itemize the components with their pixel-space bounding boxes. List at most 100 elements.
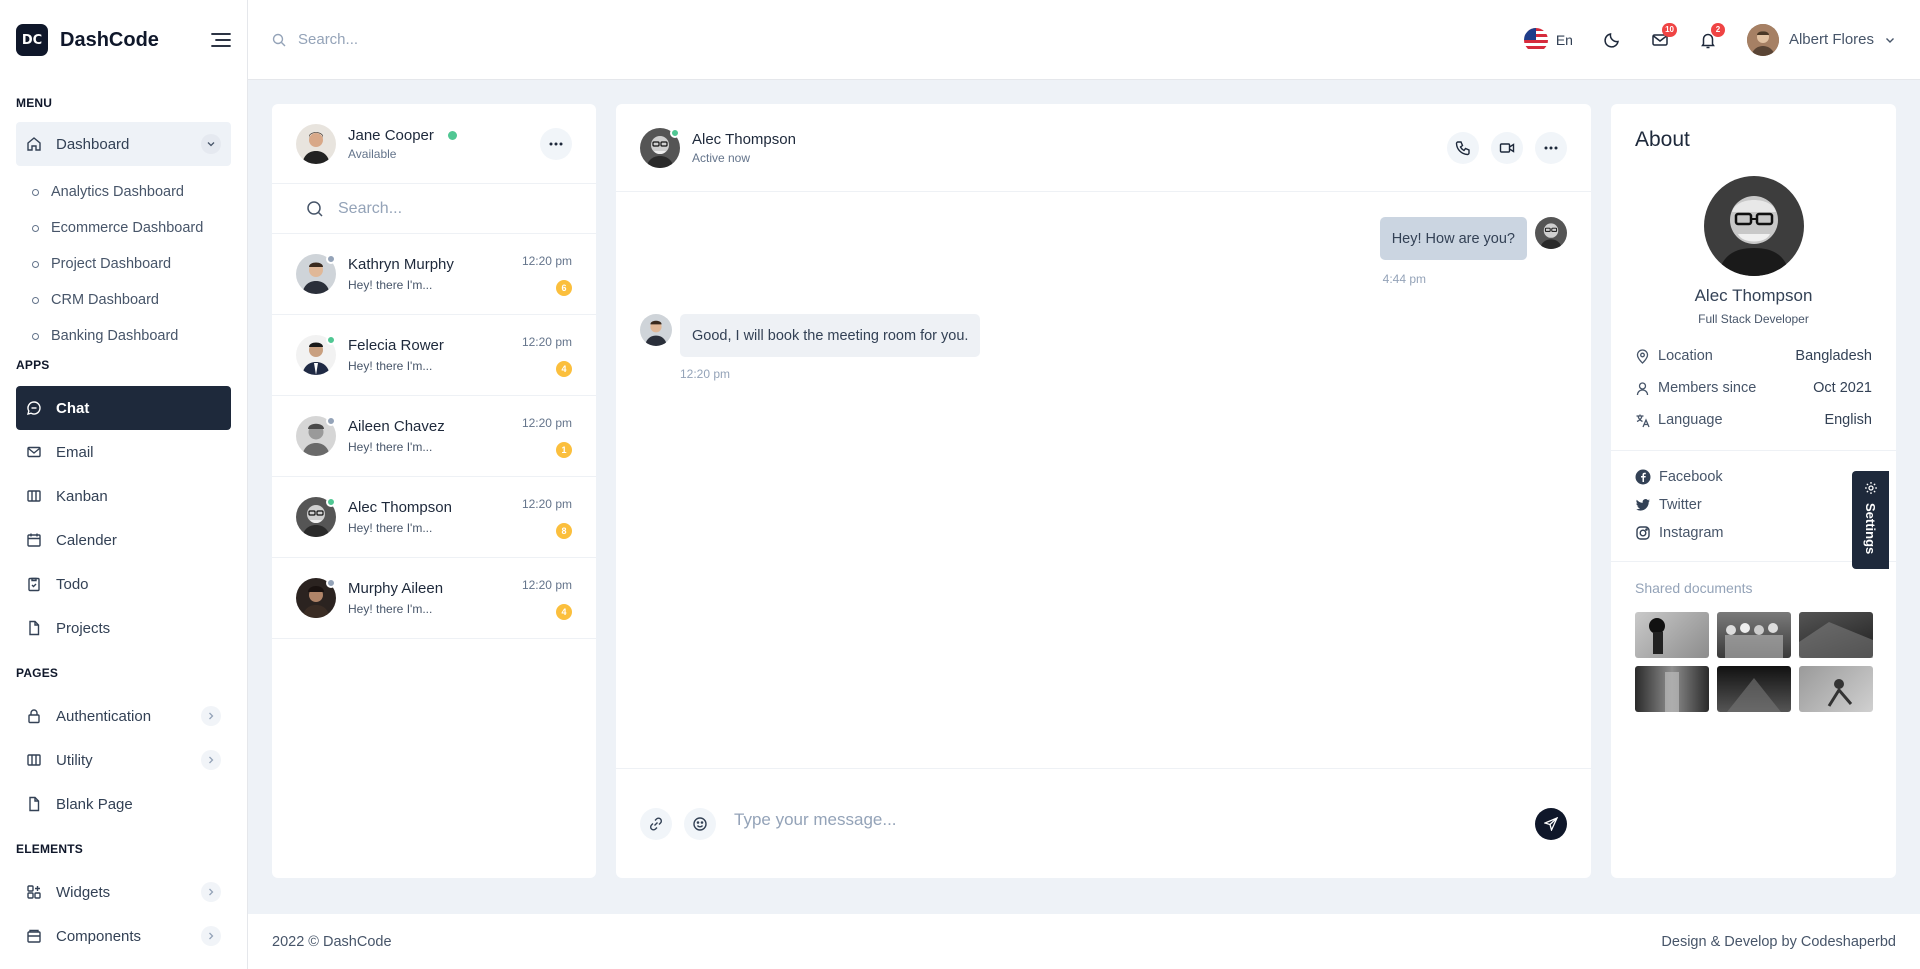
mail-button[interactable]: 10	[1651, 22, 1677, 49]
video-icon	[1499, 140, 1515, 156]
social-label: Twitter	[1659, 497, 1702, 513]
unread-count-badge: 4	[556, 604, 572, 620]
user-icon	[1635, 381, 1650, 396]
emoji-button[interactable]	[684, 807, 716, 840]
info-members-since: Members since Oct 2021	[1611, 372, 1896, 404]
link-icon	[648, 816, 664, 832]
sidebar-item-label: Todo	[56, 575, 89, 593]
chevron-down-icon[interactable]	[201, 134, 221, 154]
about-name: Alec Thompson	[1694, 286, 1813, 305]
sidebar-item-label: Components	[56, 927, 142, 945]
language-label: En	[1555, 31, 1573, 48]
contact-preview: Hey! there I'm...	[348, 521, 433, 535]
sidebar-subitem-crm[interactable]: CRM Dashboard	[0, 282, 247, 318]
info-value: Bangladesh	[1795, 348, 1872, 364]
search-icon	[306, 200, 324, 218]
more-horizontal-icon	[1544, 146, 1558, 150]
sidebar-subitem-ecommerce[interactable]: Ecommerce Dashboard	[0, 210, 247, 246]
shared-document-thumbnail[interactable]	[1717, 666, 1791, 712]
contact-item-alec-thompson[interactable]: Alec Thompson Hey! there I'm... 12:20 pm…	[272, 477, 596, 558]
more-options-button[interactable]	[540, 127, 572, 160]
chat-header: Alec Thompson Active now	[616, 104, 1591, 192]
sidebar-item-kanban[interactable]: Kanban	[16, 474, 231, 518]
section-label-elements: ELEMENTS	[16, 842, 83, 856]
contact-preview: Hey! there I'm...	[348, 602, 433, 616]
user-menu[interactable]: Albert Flores	[1746, 23, 1896, 56]
message-input[interactable]: Type your message...	[734, 810, 897, 830]
receiver-avatar	[640, 314, 672, 346]
phone-icon	[1455, 140, 1471, 156]
file-icon	[26, 620, 42, 636]
message-time: 12:20 pm	[680, 367, 731, 381]
shared-document-thumbnail[interactable]	[1717, 612, 1791, 658]
chat-contact-avatar[interactable]	[640, 127, 680, 168]
chat-more-button[interactable]	[1535, 131, 1567, 164]
sidebar-item-utility[interactable]: Utility	[16, 738, 231, 782]
sidebar-item-authentication[interactable]: Authentication	[16, 694, 231, 738]
sidebar-subitem-banking[interactable]: Banking Dashboard	[0, 318, 247, 354]
sidebar-item-dashboard[interactable]: Dashboard	[16, 122, 231, 166]
contact-time: 12:20 pm	[521, 497, 572, 511]
bullet-icon	[32, 332, 39, 340]
mail-icon	[26, 444, 42, 460]
call-button[interactable]	[1447, 131, 1479, 164]
chevron-right-icon[interactable]	[201, 926, 221, 946]
lock-icon	[26, 708, 42, 724]
logo[interactable]: DC	[16, 24, 48, 56]
send-button[interactable]	[1535, 807, 1567, 840]
top-header: Search... En 10 2 Albert Flores	[248, 0, 1920, 80]
chat-contact-name: Alec Thompson	[692, 130, 796, 148]
sidebar-item-projects[interactable]: Projects	[16, 606, 231, 650]
shared-document-thumbnail[interactable]	[1635, 612, 1709, 658]
sidebar-subitem-analytics[interactable]: Analytics Dashboard	[0, 174, 247, 210]
contact-avatar	[296, 416, 336, 456]
chevron-down-icon	[1884, 34, 1896, 46]
shared-document-thumbnail[interactable]	[1635, 666, 1709, 712]
brand-name[interactable]: DashCode	[60, 29, 159, 52]
moon-icon[interactable]	[1603, 31, 1621, 49]
contact-item-kathryn-murphy[interactable]: Kathryn Murphy Hey! there I'm... 12:20 p…	[272, 234, 596, 315]
header-search[interactable]: Search...	[272, 31, 358, 48]
sidebar-item-todo[interactable]: Todo	[16, 562, 231, 606]
video-call-button[interactable]	[1491, 131, 1523, 164]
chevron-right-icon[interactable]	[201, 882, 221, 902]
sidebar-item-chat[interactable]: Chat	[16, 386, 231, 430]
chevron-right-icon[interactable]	[201, 750, 221, 770]
instagram-icon	[1635, 525, 1651, 541]
sidebar-item-email[interactable]: Email	[16, 430, 231, 474]
menu-toggle-icon[interactable]	[211, 32, 231, 48]
sidebar-item-components[interactable]: Components	[16, 914, 231, 958]
contact-item-aileen-chavez[interactable]: Aileen Chavez Hey! there I'm... 12:20 pm…	[272, 396, 596, 477]
notification-button[interactable]: 2	[1699, 22, 1725, 49]
contact-time: 12:20 pm	[521, 416, 572, 430]
map-pin-icon	[1635, 348, 1650, 364]
sidebar-subitem-project[interactable]: Project Dashboard	[0, 246, 247, 282]
sidebar-item-calender[interactable]: Calender	[16, 518, 231, 562]
sidebar-item-blank-page[interactable]: Blank Page	[16, 782, 231, 826]
language-selector[interactable]: En	[1523, 27, 1573, 52]
contact-search-input[interactable]: Search...	[338, 200, 402, 218]
contact-item-felecia-rower[interactable]: Felecia Rower Hey! there I'm... 12:20 pm…	[272, 315, 596, 396]
header-search-input[interactable]: Search...	[298, 31, 358, 48]
my-profile[interactable]: Jane Cooper Available	[272, 104, 596, 184]
contact-search[interactable]: Search...	[272, 184, 596, 234]
shared-document-thumbnail[interactable]	[1799, 666, 1873, 712]
chevron-right-icon[interactable]	[201, 706, 221, 726]
sidebar-item-label: Widgets	[56, 883, 111, 901]
contact-item-murphy-aileen[interactable]: Murphy Aileen Hey! there I'm... 12:20 pm…	[272, 558, 596, 639]
info-label: Members since	[1658, 380, 1757, 396]
bullet-icon	[32, 224, 39, 232]
bullet-icon	[32, 188, 39, 196]
send-icon	[1544, 816, 1558, 831]
shared-document-thumbnail[interactable]	[1799, 612, 1873, 658]
settings-tab-label: Settings	[1863, 503, 1878, 555]
social-label: Instagram	[1659, 525, 1724, 541]
contact-avatar	[296, 578, 336, 618]
sidebar-item-widgets[interactable]: Widgets	[16, 870, 231, 914]
settings-tab[interactable]: Settings	[1852, 471, 1889, 569]
contact-preview: Hey! there I'm...	[348, 440, 433, 454]
attach-button[interactable]	[640, 807, 672, 840]
footer-credit[interactable]: Design & Develop by Codeshaperbd	[1661, 934, 1896, 950]
user-name: Albert Flores	[1788, 31, 1874, 48]
user-avatar	[1746, 23, 1779, 56]
